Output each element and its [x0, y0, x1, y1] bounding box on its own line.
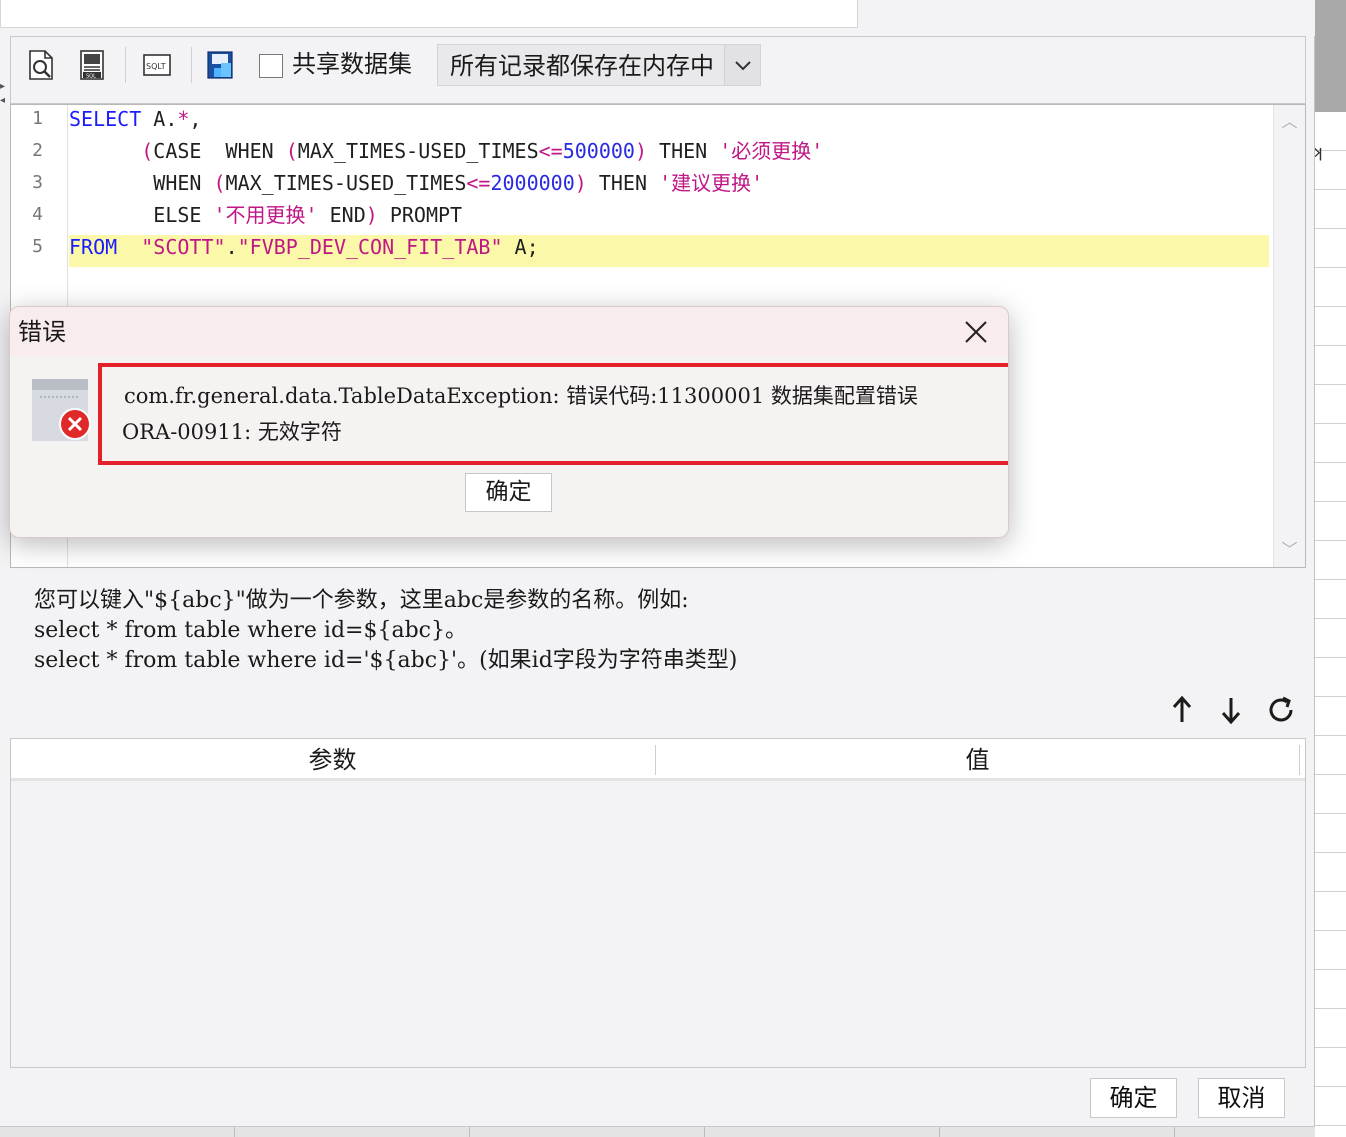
ok-button[interactable]: 确定: [1090, 1078, 1177, 1118]
storage-mode-select[interactable]: 所有记录都保存在内存中: [437, 44, 761, 86]
hint-line-1: 您可以键入"${abc}"做为一个参数，这里abc是参数的名称。例如:: [34, 588, 689, 613]
toolbar-separator: [125, 47, 126, 83]
error-message-box: com.fr.general.data.TableDataException: …: [98, 363, 1008, 465]
toolbar-separator: [191, 47, 192, 83]
svg-text:SQLT: SQLT: [146, 62, 166, 71]
cancel-button[interactable]: 取消: [1198, 1078, 1285, 1118]
close-icon[interactable]: [958, 315, 994, 349]
share-dataset-checkbox[interactable]: [259, 54, 283, 78]
error-dialog: 错误 com.fr.general.data.TableDataExceptio…: [9, 306, 1009, 538]
background-grid: [1315, 112, 1346, 1137]
code-line-3: WHEN (MAX_TIMES-USED_TIMES<=2000000) THE…: [69, 171, 764, 195]
sql-format-icon[interactable]: SQLT: [142, 49, 172, 81]
refresh-icon[interactable]: [1267, 692, 1297, 728]
scroll-up-icon[interactable]: ︿: [1274, 107, 1305, 137]
error-dialog-title: 错误: [18, 318, 66, 346]
hint-line-2: select * from table where id=${abc}。: [34, 618, 467, 643]
storage-mode-value: 所有记录都保存在内存中: [450, 52, 714, 80]
line-number: 4: [32, 204, 43, 225]
code-line-5: FROM "SCOTT"."FVBP_DEV_CON_FIT_TAB" A;: [69, 235, 539, 259]
parameter-table-header: 参数 值: [11, 739, 1305, 781]
error-ok-button[interactable]: 确定: [465, 473, 552, 512]
collapse-arrows-icon[interactable]: ▸ ◂: [0, 80, 8, 116]
line-number: 1: [32, 108, 43, 129]
error-message-line-1: com.fr.general.data.TableDataException: …: [124, 384, 918, 408]
code-line-1: SELECT A.*,: [69, 107, 202, 131]
error-dialog-titlebar: 错误: [10, 307, 1008, 357]
move-up-icon[interactable]: [1167, 692, 1197, 728]
save-icon[interactable]: [205, 49, 235, 81]
column-header-value[interactable]: 值: [656, 739, 1299, 781]
share-dataset-label: 共享数据集: [292, 50, 412, 78]
move-down-icon[interactable]: [1216, 692, 1246, 728]
column-divider[interactable]: [1299, 745, 1300, 775]
error-icon: [32, 377, 94, 443]
parameter-hint: 您可以键入"${abc}"做为一个参数，这里abc是参数的名称。例如: sele…: [34, 586, 737, 676]
chevron-down-icon[interactable]: [724, 45, 760, 85]
line-number: 2: [32, 140, 43, 161]
parameter-table[interactable]: 参数 值: [10, 738, 1306, 1068]
background-scrollbar: [1315, 0, 1346, 112]
code-line-2: (CASE WHEN (MAX_TIMES-USED_TIMES<=500000…: [141, 139, 824, 163]
background-bottom-grid: [0, 1126, 1315, 1137]
code-line-4: ELSE '不用更换' END) PROMPT: [69, 203, 463, 227]
editor-scrollbar[interactable]: ︿ ﹀: [1273, 105, 1305, 567]
error-message-line-2: ORA-00911: 无效字符: [122, 420, 342, 444]
svg-text:SQL: SQL: [86, 74, 96, 80]
scroll-down-icon[interactable]: ﹀: [1274, 535, 1305, 565]
toolbar: SQL SQLT 共享数据集 所有记录都保存在内存中: [10, 36, 1306, 104]
background-input-box: [0, 0, 858, 28]
sql-icon[interactable]: SQL: [78, 49, 108, 81]
line-number: 5: [32, 236, 43, 257]
preview-icon[interactable]: [27, 49, 57, 81]
hint-line-3: select * from table where id='${abc}'。(如…: [34, 648, 738, 673]
column-header-parameter[interactable]: 参数: [11, 739, 654, 781]
line-number: 3: [32, 172, 43, 193]
